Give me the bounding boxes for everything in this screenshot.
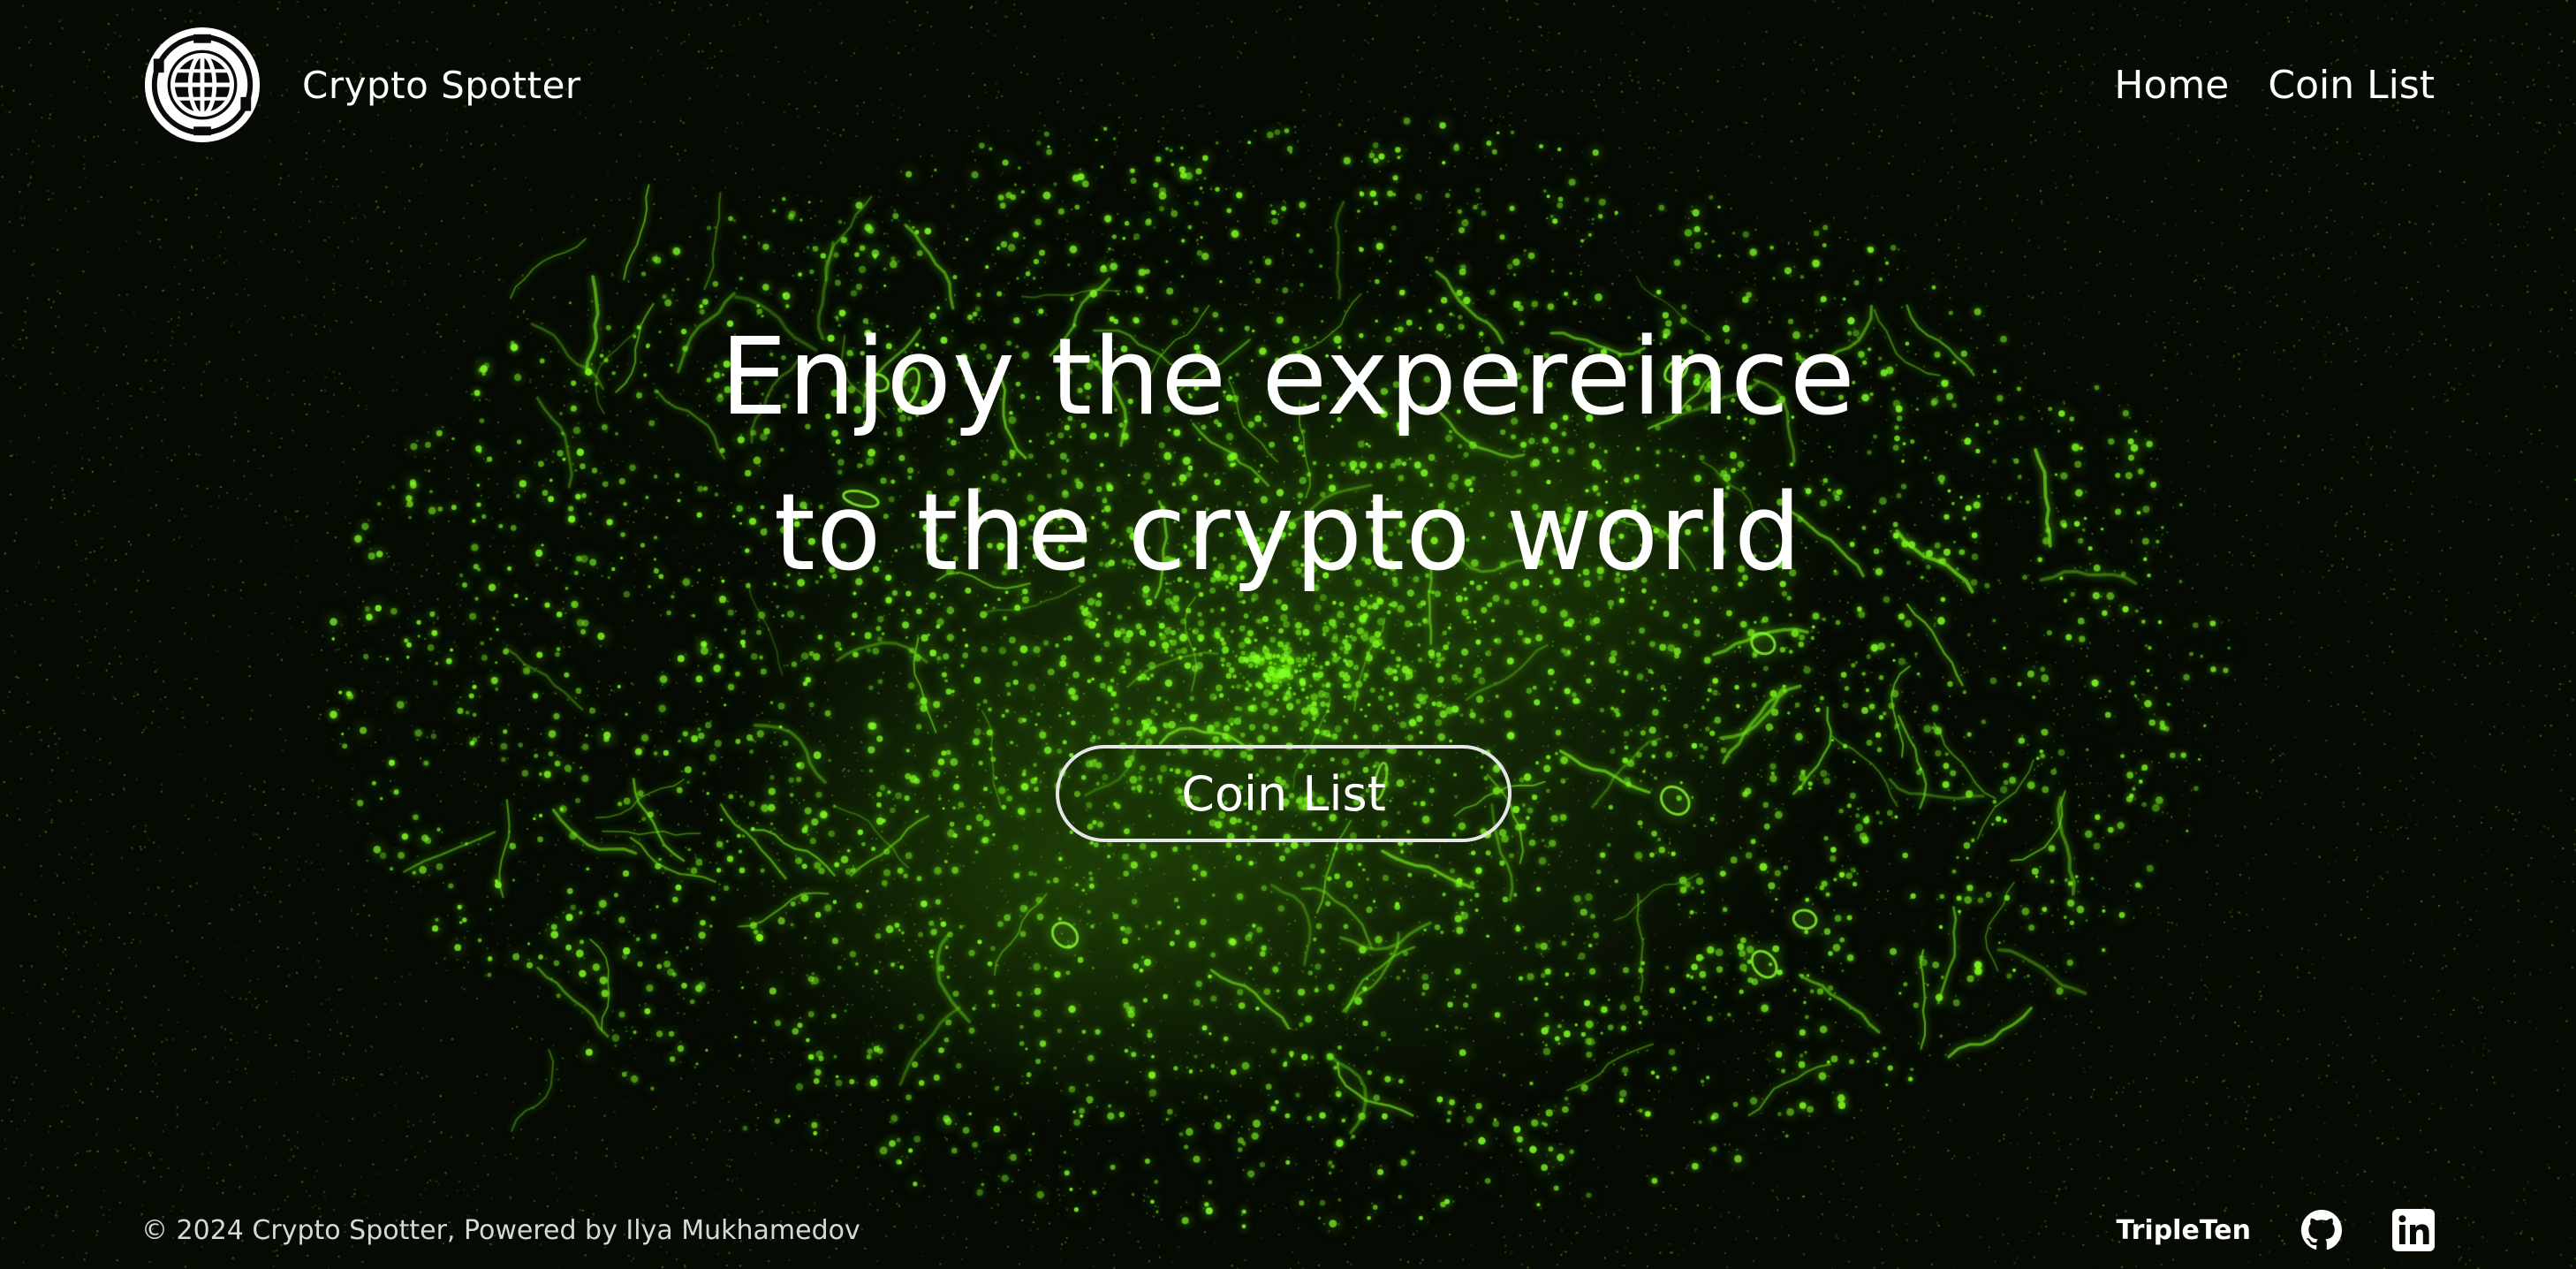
site-footer: © 2024 Crypto Spotter, Powered by Ilya M…	[141, 1204, 2435, 1257]
brand-home-link[interactable]: Crypto Spotter	[141, 24, 581, 146]
page: Crypto Spotter Home Coin List Enjoy the …	[0, 0, 2576, 1269]
hero-section: Enjoy the expereince to the crypto world	[0, 300, 2576, 612]
main-nav: Home Coin List	[2114, 63, 2435, 108]
footer-links: TripleTen	[2116, 1209, 2435, 1251]
linkedin-icon	[2392, 1209, 2435, 1251]
hero-title-line-1: Enjoy the expereince	[720, 316, 1856, 439]
particle-background	[0, 0, 2576, 1269]
nav-home-link[interactable]: Home	[2114, 63, 2229, 108]
brand-name: Crypto Spotter	[302, 63, 581, 107]
nav-coin-list-link[interactable]: Coin List	[2268, 63, 2435, 108]
globe-gear-logo-icon	[144, 27, 261, 143]
tripleten-link[interactable]: TripleTen	[2116, 1215, 2251, 1246]
copyright-text: © 2024 Crypto Spotter, Powered by Ilya M…	[141, 1214, 860, 1246]
github-link[interactable]	[2300, 1209, 2343, 1251]
linkedin-link[interactable]	[2392, 1209, 2435, 1251]
coin-list-button[interactable]: Coin List	[1056, 745, 1512, 842]
github-icon	[2301, 1210, 2343, 1250]
hero-title-line-2: to the crypto world	[773, 472, 1803, 595]
hero-title: Enjoy the expereince to the crypto world	[0, 300, 2576, 612]
site-header: Crypto Spotter Home Coin List	[141, 21, 2435, 148]
